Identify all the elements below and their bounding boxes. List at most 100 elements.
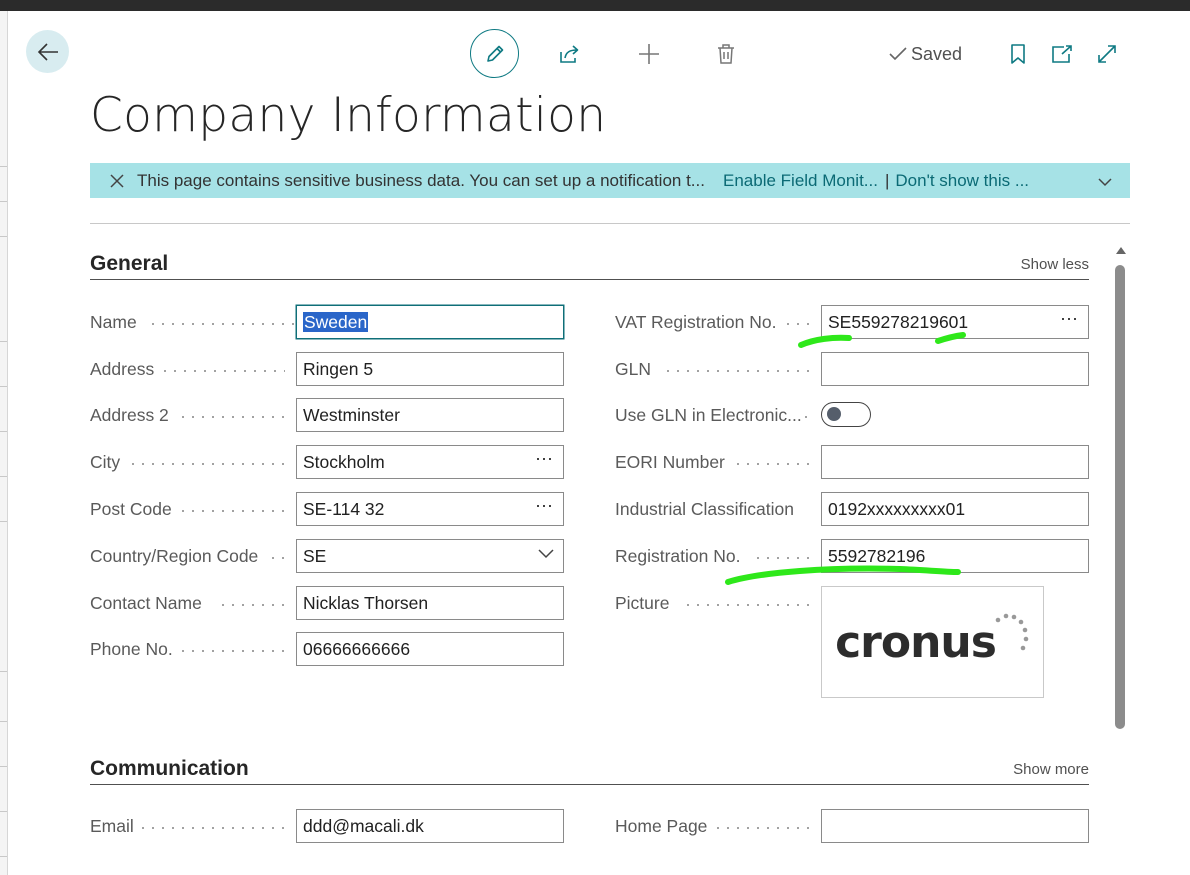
gln-input[interactable] (821, 352, 1089, 386)
field-home-page: Home Page (615, 809, 1089, 843)
field-city: City Stockholm ⋯ (90, 445, 564, 479)
email-input[interactable]: ddd@macali.dk (296, 809, 564, 843)
registration-no-input[interactable]: 5592782196 (821, 539, 1089, 573)
phone-no-value: 06666666666 (303, 639, 411, 659)
edit-button[interactable] (470, 29, 519, 78)
share-icon (560, 45, 579, 63)
phone-no-label: Phone No. (90, 639, 173, 659)
toggle-knob (827, 407, 841, 421)
delete-button[interactable] (714, 41, 738, 67)
home-page-label: Home Page (615, 816, 708, 836)
new-button[interactable] (636, 41, 662, 67)
open-new-window-button[interactable] (1049, 41, 1075, 67)
label-leader (178, 416, 285, 418)
general-section-title: General (90, 252, 169, 275)
dont-show-again-link[interactable]: Don't show this ... (895, 171, 1029, 191)
chevron-down-icon[interactable] (538, 549, 554, 559)
address-input[interactable]: Ringen 5 (296, 352, 564, 386)
action-bar: Saved (0, 29, 1190, 79)
field-name: Name Sweden (90, 305, 564, 339)
cronus-logo-dots (995, 613, 1029, 651)
contact-name-value: Nicklas Thorsen (303, 593, 429, 613)
label-leader (218, 604, 285, 606)
city-input[interactable]: Stockholm ⋯ (296, 445, 564, 479)
communication-section-header: Communication Show more (90, 755, 1089, 785)
field-gln: GLN (615, 352, 1089, 386)
name-value: Sweden (303, 312, 369, 332)
expand-notification-button[interactable] (1098, 172, 1112, 192)
label-leader (178, 510, 285, 512)
cronus-logo: cronus (835, 616, 997, 668)
label-leader (783, 323, 810, 325)
use-gln-toggle[interactable] (821, 402, 871, 427)
name-input[interactable]: Sweden (296, 305, 564, 339)
label-leader (268, 557, 285, 559)
expand-button[interactable] (1094, 41, 1120, 67)
page-title: Company Information (90, 88, 607, 143)
notification-separator: | (884, 170, 890, 190)
close-icon (110, 173, 124, 188)
show-more-link[interactable]: Show more (1013, 761, 1089, 778)
field-phone-no: Phone No. 06666666666 (90, 632, 564, 666)
label-leader (138, 827, 285, 829)
vat-registration-no-value: SE559278219601 (828, 312, 969, 332)
label-leader (713, 827, 810, 829)
enable-field-monitoring-link[interactable]: Enable Field Monit... (723, 171, 878, 191)
show-less-link[interactable]: Show less (1021, 256, 1089, 273)
field-vat-registration-no: VAT Registration No. SE559278219601 ⋯ (615, 305, 1089, 339)
name-label: Name (90, 312, 137, 332)
contact-name-label: Contact Name (90, 593, 202, 613)
communication-section-title: Communication (90, 757, 249, 780)
field-industrial-classification: Industrial Classification 0192xxxxxxxxx0… (615, 492, 1089, 526)
field-address-2: Address 2 Westminster (90, 398, 564, 432)
label-leader (733, 463, 810, 465)
pencil-icon (486, 45, 503, 62)
open-in-new-window-icon (1052, 45, 1072, 63)
dismiss-notification-button[interactable] (108, 172, 126, 190)
company-picture[interactable]: cronus (821, 586, 1044, 698)
field-registration-no: Registration No. 5592782196 (615, 539, 1089, 573)
country-region-code-select[interactable]: SE (296, 539, 564, 573)
industrial-classification-input[interactable]: 0192xxxxxxxxx01 (821, 492, 1089, 526)
share-button[interactable] (556, 41, 584, 67)
left-side-panel (0, 11, 8, 875)
industrial-classification-label: Industrial Classification (615, 499, 794, 519)
bookmark-icon (1011, 44, 1025, 64)
label-leader (128, 463, 285, 465)
field-contact-name: Contact Name Nicklas Thorsen (90, 586, 564, 620)
field-email: Email ddd@macali.dk (90, 809, 564, 843)
plus-icon (639, 44, 659, 64)
scroll-up-arrow-icon[interactable] (1115, 245, 1127, 255)
gln-label: GLN (615, 359, 651, 379)
general-section-header: General Show less (90, 250, 1089, 280)
label-leader (801, 416, 810, 418)
field-picture: Picture cronus (615, 586, 1089, 698)
phone-no-input[interactable]: 06666666666 (296, 632, 564, 666)
email-label: Email (90, 816, 134, 836)
city-value: Stockholm (303, 452, 385, 472)
post-code-lookup-button[interactable]: ⋯ (535, 496, 554, 517)
registration-no-value: 5592782196 (828, 546, 926, 566)
window-top-strip (0, 0, 1190, 11)
label-leader (663, 370, 810, 372)
checkmark-icon (889, 47, 907, 61)
bookmark-button[interactable] (1006, 41, 1030, 67)
vertical-scrollbar[interactable] (1113, 243, 1129, 875)
scrollbar-thumb[interactable] (1115, 265, 1125, 729)
field-use-gln-in-electronic: Use GLN in Electronic... (615, 398, 1089, 432)
vat-lookup-button[interactable]: ⋯ (1060, 309, 1079, 330)
trash-icon (718, 44, 734, 64)
label-leader (160, 370, 285, 372)
vat-registration-no-input[interactable]: SE559278219601 ⋯ (821, 305, 1089, 339)
post-code-input[interactable]: SE-114 32 ⋯ (296, 492, 564, 526)
eori-number-input[interactable] (821, 445, 1089, 479)
home-page-input[interactable] (821, 809, 1089, 843)
city-lookup-button[interactable]: ⋯ (535, 449, 554, 470)
contact-name-input[interactable]: Nicklas Thorsen (296, 586, 564, 620)
use-gln-label: Use GLN in Electronic... (615, 405, 802, 425)
address-2-input[interactable]: Westminster (296, 398, 564, 432)
registration-no-label: Registration No. (615, 546, 741, 566)
notification-message: This page contains sensitive business da… (137, 170, 705, 190)
country-region-code-value: SE (303, 546, 327, 566)
saved-status: Saved (888, 43, 962, 65)
